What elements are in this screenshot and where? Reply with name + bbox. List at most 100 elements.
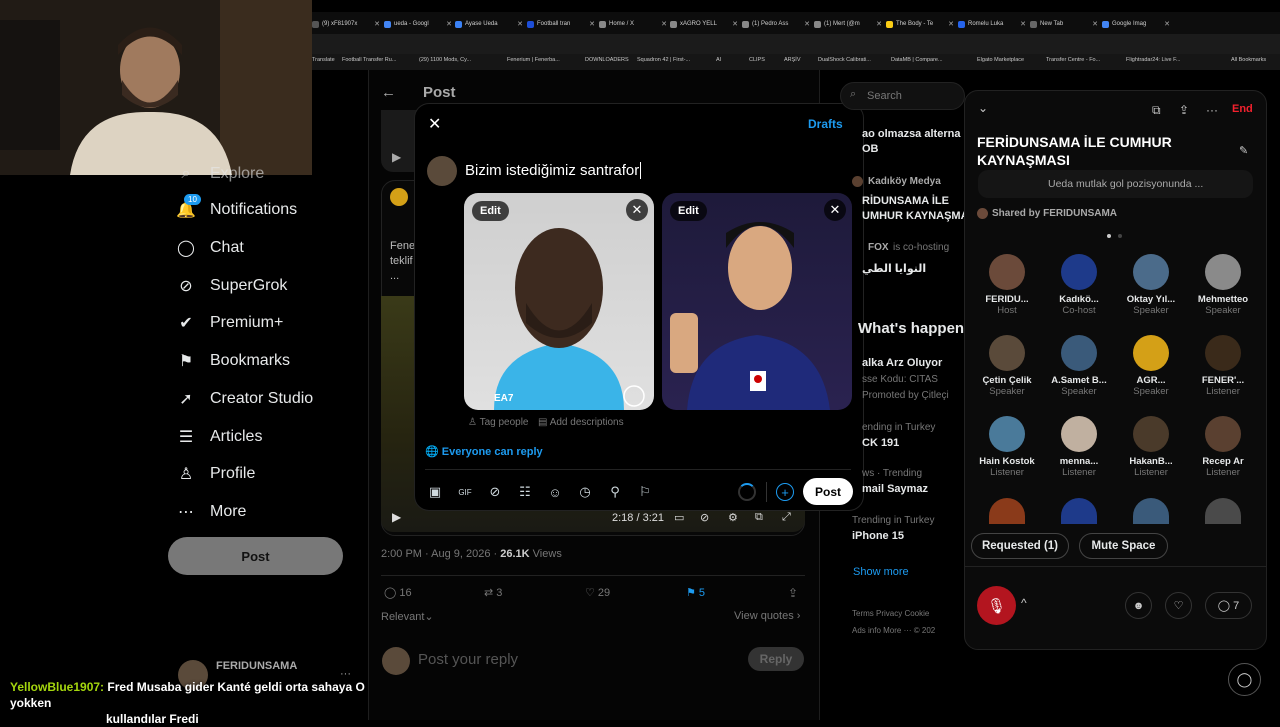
tab-close-icon[interactable]: ✕ <box>589 20 595 28</box>
trend-title-2[interactable]: CK 191 <box>862 437 899 449</box>
people-icon[interactable]: ☻ <box>1125 592 1152 619</box>
reply-button[interactable]: Reply <box>748 647 804 671</box>
space-participant[interactable]: Kadıkö... Co-host <box>1043 254 1115 316</box>
requested-button[interactable]: Requested (1) <box>971 533 1069 559</box>
emoji-icon[interactable]: ☺ <box>547 484 563 500</box>
drafts-button[interactable]: Drafts <box>808 117 843 131</box>
browser-tab[interactable]: ueda - Googl ✕ <box>384 16 452 32</box>
compose-post-button[interactable]: Post <box>803 478 853 505</box>
add-descriptions-button[interactable]: ▤ Add descriptions <box>538 417 624 428</box>
bookmark-item[interactable]: All Bookmarks <box>1231 57 1266 63</box>
captions-icon[interactable]: ▭ <box>674 511 684 524</box>
view-quotes-link[interactable]: View quotes › <box>734 610 800 622</box>
bookmark-item[interactable]: Squadron 42 | First-... <box>637 57 690 63</box>
like-count[interactable]: ♡ 29 <box>585 586 610 599</box>
close-modal-icon[interactable]: ✕ <box>428 114 441 134</box>
browser-tab[interactable]: Football tran ✕ <box>527 16 595 32</box>
sidebar-item-supergrok[interactable]: ⊘ SuperGrok <box>176 276 287 296</box>
end-space-button[interactable]: End <box>1232 103 1253 115</box>
expand-caret-icon[interactable]: ^ <box>1021 596 1027 610</box>
sidebar-item-notifications[interactable]: 🔔 Notifications 10 <box>176 194 297 220</box>
sidebar-item-articles[interactable]: ☰ Articles <box>176 427 263 447</box>
sidebar-item-premium-[interactable]: ✔ Premium+ <box>176 313 283 333</box>
footer-links-1[interactable]: Terms Privacy Cookie <box>852 609 929 618</box>
flag-icon[interactable]: ⚐ <box>637 484 653 500</box>
back-arrow-icon[interactable]: ← <box>381 84 396 101</box>
tab-close-icon[interactable]: ✕ <box>1092 20 1098 28</box>
mic-muted-icon[interactable]: 🎙 <box>977 586 1016 625</box>
location-icon[interactable]: ⚲ <box>607 484 623 500</box>
settings-gear-icon[interactable]: ⚙ <box>728 511 738 524</box>
bookmark-item[interactable]: DOWNLOADERS <box>585 57 629 63</box>
add-post-icon[interactable]: + <box>776 483 794 501</box>
account-name[interactable]: FERIDUNSAMA <box>216 660 297 672</box>
sidebar-item-explore[interactable]: ⌕ Explore <box>176 164 265 184</box>
space-participant[interactable]: FERIDU... Host <box>971 254 1043 316</box>
messages-fab-icon[interactable]: ◯ <box>1228 663 1261 696</box>
space-participant[interactable]: Oktay Yıl... Speaker <box>1115 254 1187 316</box>
tag-people-button[interactable]: ♙ Tag people <box>468 417 529 428</box>
browser-tab[interactable]: The Body - Te ✕ <box>886 16 954 32</box>
browser-tab[interactable]: Romelu Luka ✕ <box>958 16 1026 32</box>
space-participant[interactable]: AGR... Speaker <box>1115 335 1187 397</box>
mute-space-button[interactable]: Mute Space <box>1079 533 1168 559</box>
tab-close-icon[interactable]: ✕ <box>1164 20 1170 28</box>
gif-icon[interactable]: GIF <box>457 484 473 500</box>
browser-tab[interactable]: (9) xF81907x ✕ <box>312 16 380 32</box>
bookmark-item[interactable]: AI <box>716 57 721 63</box>
attached-image-2[interactable]: Edit ✕ <box>662 193 852 410</box>
space-participant[interactable]: menna... Listener <box>1043 416 1115 478</box>
browser-tab[interactable]: (1) Pedro Ass ✕ <box>742 16 810 32</box>
space-participant[interactable]: FENER'... Listener <box>1187 335 1259 397</box>
reply-setting-button[interactable]: 🌐 Everyone can reply <box>425 445 543 458</box>
sidebar-post-button[interactable]: Post <box>168 537 343 575</box>
pip-icon[interactable]: ⧉ <box>755 511 763 524</box>
share-icon[interactable]: ⇪ <box>788 586 798 600</box>
bookmark-count[interactable]: ⚑ 5 <box>686 586 705 599</box>
tab-close-icon[interactable]: ✕ <box>948 20 954 28</box>
trend-title-4[interactable]: iPhone 15 <box>852 530 904 542</box>
tab-close-icon[interactable]: ✕ <box>876 20 882 28</box>
show-more-link[interactable]: Show more <box>853 566 909 578</box>
mute-icon[interactable]: ⊘ <box>700 511 709 524</box>
browser-tab[interactable]: Home / X ✕ <box>599 16 667 32</box>
sidebar-item-bookmarks[interactable]: ⚑ Bookmarks <box>176 351 290 371</box>
sidebar-item-profile[interactable]: ♙ Profile <box>176 464 256 484</box>
tab-close-icon[interactable]: ✕ <box>661 20 667 28</box>
bookmark-item[interactable]: DualShock Calibrati... <box>818 57 871 63</box>
remove-image-icon[interactable]: ✕ <box>626 199 648 221</box>
media-icon[interactable]: ▣ <box>427 484 443 500</box>
comments-button[interactable]: ◯ 7 <box>1205 592 1252 619</box>
bookmark-item[interactable]: DataMB | Compare... <box>891 57 943 63</box>
browser-tab[interactable]: New Tab ✕ <box>1030 16 1098 32</box>
sidebar-item-chat[interactable]: ◯ Chat <box>176 238 244 258</box>
minimize-icon[interactable]: ⧉ <box>1152 103 1161 118</box>
video-play-icon[interactable]: ▶ <box>392 510 401 524</box>
edit-image-button[interactable]: Edit <box>472 201 509 221</box>
tab-close-icon[interactable]: ✕ <box>1020 20 1026 28</box>
sidebar-item-creator-studio[interactable]: ➚ Creator Studio <box>176 389 313 409</box>
tab-close-icon[interactable]: ✕ <box>446 20 452 28</box>
bookmark-item[interactable]: (29) 1100 Mods, Cy... <box>419 57 471 63</box>
edit-image-button-2[interactable]: Edit <box>670 201 707 221</box>
play-icon[interactable]: ▶ <box>392 150 401 164</box>
space-more-icon[interactable]: ··· <box>1206 103 1218 117</box>
reply-input[interactable]: Post your reply <box>418 651 518 668</box>
repost-count[interactable]: ⇄ 3 <box>484 586 502 599</box>
schedule-icon[interactable]: ◷ <box>577 484 593 500</box>
bookmark-item[interactable]: Fenerium | Fenerba... <box>507 57 560 63</box>
reply-count[interactable]: ◯ 16 <box>384 586 412 599</box>
bookmark-item[interactable]: Elgato Marketplace <box>977 57 1024 63</box>
collapse-chevron-icon[interactable]: ⌄ <box>978 101 988 115</box>
compose-textarea[interactable]: Bizim istediğimiz santrafor <box>465 162 642 179</box>
fullscreen-icon[interactable]: ⤢ <box>782 511 791 524</box>
tab-close-icon[interactable]: ✕ <box>517 20 523 28</box>
space-participant[interactable]: HakanB... Listener <box>1115 416 1187 478</box>
browser-tab[interactable]: (1) Mert (@m ✕ <box>814 16 882 32</box>
bookmark-item[interactable]: Translate <box>312 57 335 63</box>
tab-close-icon[interactable]: ✕ <box>374 20 380 28</box>
bookmark-item[interactable]: Transfer Centre - Fo... <box>1046 57 1100 63</box>
browser-tab[interactable]: Ayase Ueda ✕ <box>455 16 523 32</box>
trend-title-3[interactable]: mail Saymaz <box>862 483 928 495</box>
browser-tab[interactable]: Google Imag ✕ <box>1102 16 1170 32</box>
